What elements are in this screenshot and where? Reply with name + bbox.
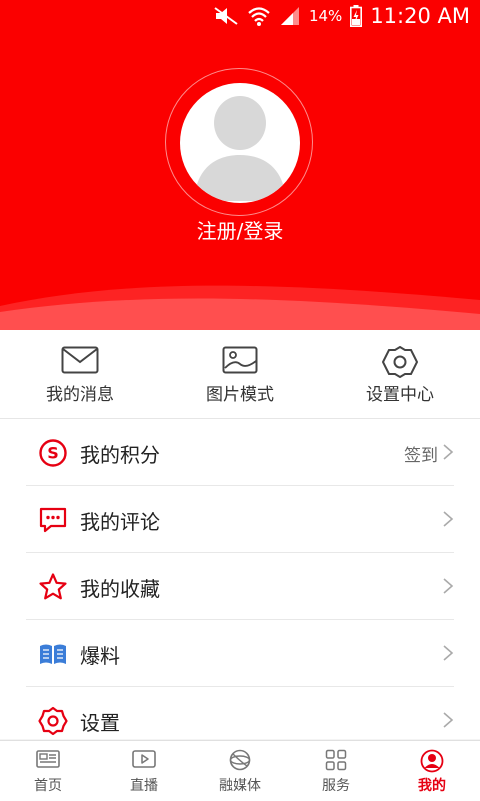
menu-item-tips[interactable]: 爆料 xyxy=(0,620,480,687)
chevron-right-icon xyxy=(443,645,454,661)
battery-charging-icon xyxy=(350,5,363,27)
services-grid-icon xyxy=(325,749,347,771)
chevron-right-icon xyxy=(443,444,454,460)
chevron-right-icon xyxy=(443,712,454,728)
menu-item-settings[interactable]: 设置 xyxy=(0,687,480,739)
home-news-icon xyxy=(36,750,60,768)
login-register-link[interactable]: 注册/登录 xyxy=(0,215,480,244)
star-icon xyxy=(39,573,67,600)
menu-item-label: 设置 xyxy=(80,711,120,735)
menu-item-label: 我的评论 xyxy=(80,510,160,534)
user-placeholder-icon xyxy=(194,96,286,201)
avatar[interactable] xyxy=(180,83,300,203)
my-messages-label: 我的消息 xyxy=(46,385,114,405)
image-mode-button[interactable]: 图片模式 xyxy=(160,330,320,418)
tab-home[interactable]: 首页 xyxy=(0,741,96,801)
header-wave xyxy=(0,285,480,330)
status-time: 11:20 AM xyxy=(370,4,470,28)
status-bar: 14% 11:20 AM xyxy=(0,0,480,32)
profile-icon xyxy=(420,749,444,773)
menu-item-label: 爆料 xyxy=(80,644,120,668)
book-icon xyxy=(40,644,66,664)
comment-icon xyxy=(39,507,67,533)
svg-text:S: S xyxy=(47,444,59,463)
media-globe-icon xyxy=(229,749,251,771)
tab-label: 直播 xyxy=(130,778,158,794)
profile-header: 14% 11:20 AM 注册/登录 xyxy=(0,0,480,330)
bottom-tab-bar: 首页 直播 融媒体 服务 我的 xyxy=(0,740,480,801)
tab-label: 首页 xyxy=(34,778,62,794)
my-messages-button[interactable]: 我的消息 xyxy=(0,330,160,418)
menu-item-favorites[interactable]: 我的收藏 xyxy=(0,553,480,620)
tab-live[interactable]: 直播 xyxy=(96,741,192,801)
tab-mine[interactable]: 我的 xyxy=(384,741,480,801)
tab-label: 融媒体 xyxy=(219,778,261,794)
settings-icon xyxy=(38,706,68,736)
battery-percent: 14% xyxy=(308,7,343,25)
menu-item-comments[interactable]: 我的评论 xyxy=(0,486,480,553)
chevron-right-icon xyxy=(443,578,454,594)
tab-label: 我的 xyxy=(418,778,446,794)
envelope-icon xyxy=(61,346,99,374)
chevron-right-icon xyxy=(443,511,454,527)
check-in-link[interactable]: 签到 xyxy=(404,441,438,466)
menu-item-points[interactable]: S 我的积分 签到 xyxy=(0,419,480,486)
tab-services[interactable]: 服务 xyxy=(288,741,384,801)
tab-label: 服务 xyxy=(322,778,350,794)
gear-icon xyxy=(382,346,418,378)
live-play-icon xyxy=(132,750,156,768)
menu-item-label: 我的积分 xyxy=(80,443,160,467)
quick-actions: 我的消息 图片模式 设置中心 xyxy=(0,330,480,419)
settings-center-button[interactable]: 设置中心 xyxy=(320,330,480,418)
menu-list: S 我的积分 签到 我的评论 我的收藏 爆料 设置 xyxy=(0,419,480,739)
wifi-icon xyxy=(248,7,270,26)
menu-item-label: 我的收藏 xyxy=(80,577,160,601)
tab-media[interactable]: 融媒体 xyxy=(192,741,288,801)
image-icon xyxy=(222,346,258,374)
image-mode-label: 图片模式 xyxy=(206,385,274,405)
signal-icon xyxy=(280,7,299,25)
points-icon: S xyxy=(39,439,67,467)
settings-center-label: 设置中心 xyxy=(366,385,434,405)
mute-icon xyxy=(214,7,238,25)
